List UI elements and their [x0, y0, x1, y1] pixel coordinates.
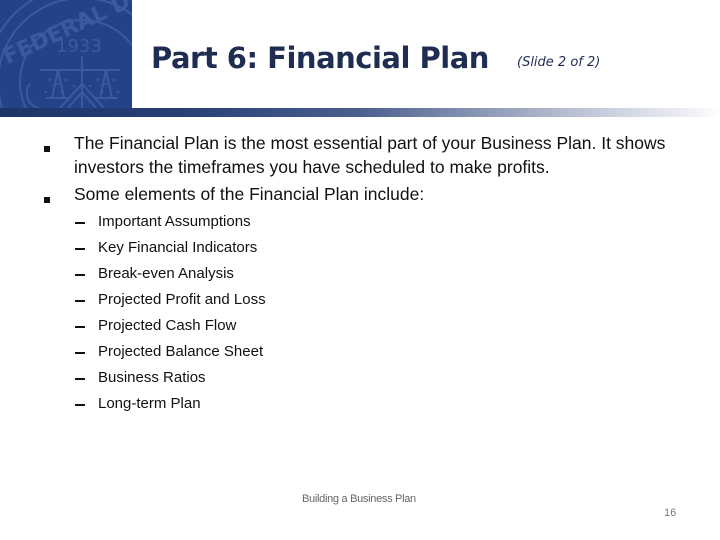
dash-bullet-icon	[75, 222, 85, 224]
bullet-text-line: Some elements of the Financial Plan incl…	[74, 184, 425, 204]
square-bullet-icon	[44, 146, 50, 152]
footer-text: Building a Business Plan	[302, 493, 416, 505]
square-bullet-icon	[44, 197, 50, 203]
federal-reserve-seal-icon: FEDERAL DEP 1933	[0, 0, 132, 108]
slide-title: Part 6: Financial Plan	[151, 41, 489, 75]
sub-bullet-item: Important Assumptions	[98, 213, 251, 230]
bullet-item: Some elements of the Financial Plan incl…	[74, 182, 704, 206]
sub-bullet-item: Business Ratios	[98, 369, 206, 386]
slide-subtitle: (Slide 2 of 2)	[517, 55, 601, 70]
seal-text: FEDERAL DEP	[0, 0, 132, 70]
logo-panel: FEDERAL DEP 1933	[0, 0, 132, 108]
bullet-item: The Financial Plan is the most essential…	[74, 131, 704, 179]
dash-bullet-icon	[75, 326, 85, 328]
sub-bullet-item: Key Financial Indicators	[98, 239, 258, 256]
dash-bullet-icon	[75, 274, 85, 276]
sub-bullet-item: Projected Cash Flow	[98, 317, 237, 334]
header-divider-bar	[0, 108, 720, 117]
dash-bullet-icon	[75, 300, 85, 302]
dash-bullet-icon	[75, 248, 85, 250]
sub-bullet-item: Long-term Plan	[98, 395, 201, 412]
dash-bullet-icon	[75, 352, 85, 354]
page-number: 16	[664, 507, 677, 519]
seal-year: 1933	[56, 36, 102, 57]
sub-bullet-item: Break-even Analysis	[98, 265, 234, 282]
dash-bullet-icon	[75, 378, 85, 380]
sub-bullet-item: Projected Profit and Loss	[98, 291, 266, 308]
dash-bullet-icon	[75, 404, 85, 406]
sub-bullet-item: Projected Balance Sheet	[98, 343, 264, 360]
bullet-text-line: investors the timeframes you have schedu…	[74, 157, 550, 177]
bullet-text-line: The Financial Plan is the most essential…	[74, 133, 666, 153]
